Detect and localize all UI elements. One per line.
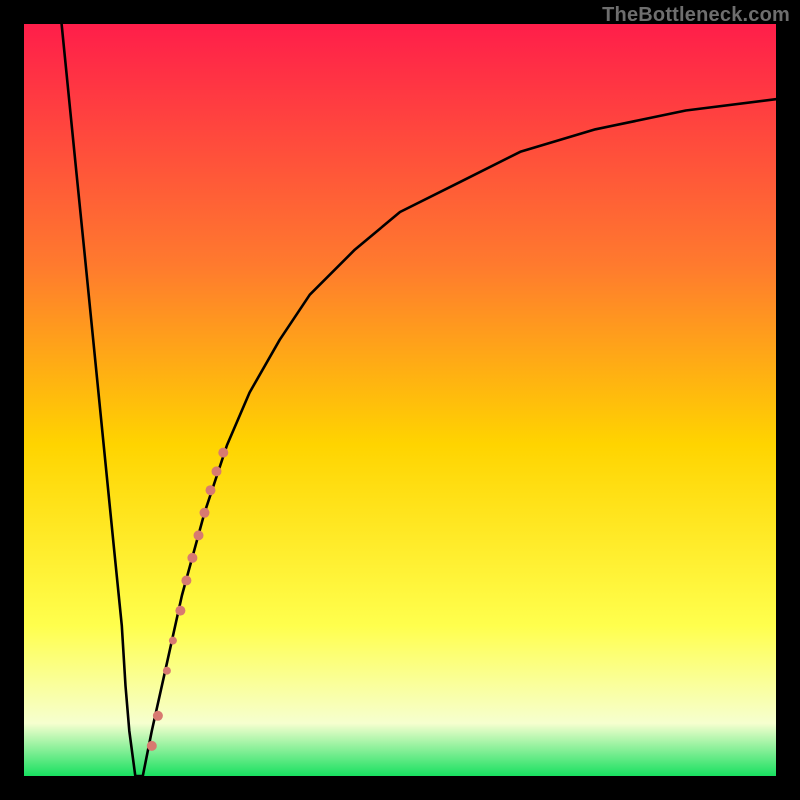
- data-points: [147, 448, 229, 751]
- data-point: [194, 530, 204, 540]
- watermark-text: TheBottleneck.com: [602, 4, 790, 27]
- bottleneck-curve: [62, 24, 776, 776]
- data-point: [212, 466, 222, 476]
- data-point: [181, 576, 191, 586]
- curve-layer: [24, 24, 776, 776]
- chart-frame: TheBottleneck.com: [0, 0, 800, 800]
- data-point: [175, 606, 185, 616]
- data-point: [169, 637, 177, 645]
- data-point: [200, 508, 210, 518]
- data-point: [187, 553, 197, 563]
- data-point: [147, 741, 157, 751]
- data-point: [163, 667, 171, 675]
- data-point: [153, 711, 163, 721]
- data-point: [218, 448, 228, 458]
- data-point: [206, 485, 216, 495]
- plot-area: [24, 24, 776, 776]
